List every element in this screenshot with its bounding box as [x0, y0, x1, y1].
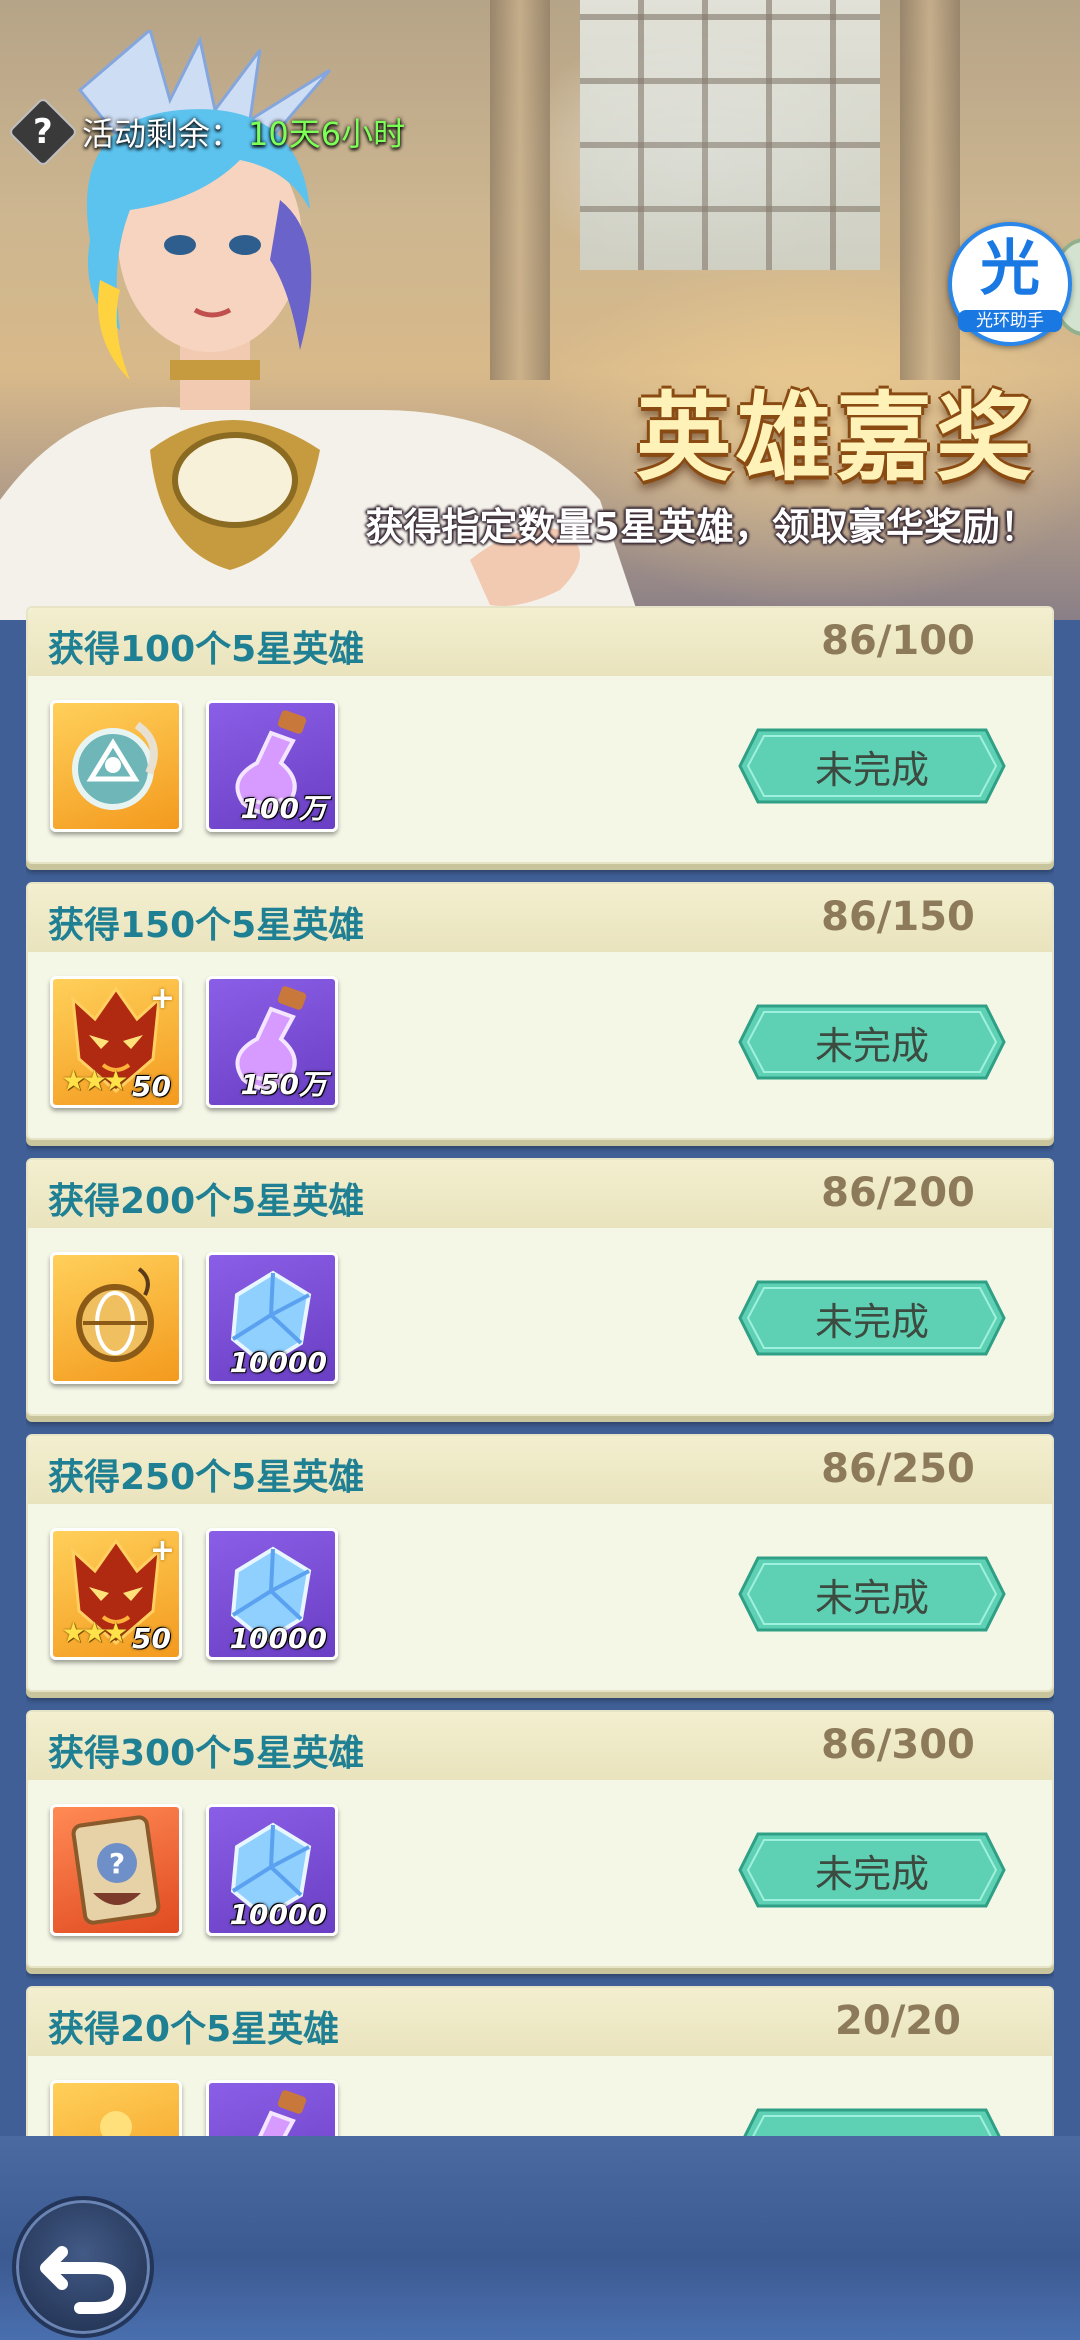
reward-item[interactable]: ? — [50, 1804, 182, 1936]
reward-quantity: 10000 — [229, 1898, 327, 1931]
task-card: 获得200个5星英雄 86/200 10000 未完成 — [26, 1158, 1054, 1416]
star-rating: ★★★ — [61, 1616, 128, 1649]
reward-item[interactable]: ★★★ +50 — [50, 976, 182, 1108]
reward-item[interactable] — [206, 2080, 338, 2136]
reward-item[interactable] — [50, 2080, 182, 2136]
task-card-header: 获得300个5星英雄 86/300 — [28, 1712, 1052, 1780]
plus-icon: + — [149, 1533, 175, 1568]
task-progress: 86/150 — [821, 894, 975, 940]
help-icon[interactable]: ? — [7, 96, 79, 168]
task-card-header: 获得200个5星英雄 86/200 — [28, 1160, 1052, 1228]
task-card: 获得100个5星英雄 86/100 100万 未完成 — [26, 606, 1054, 864]
task-title: 获得250个5星英雄 — [48, 1457, 365, 1498]
timer-value: 10天6小时 — [248, 115, 406, 153]
task-card: 获得150个5星英雄 86/150 ★★★ +50 150万 未完成 — [26, 882, 1054, 1140]
timer-label: 活动剩余： — [82, 115, 243, 153]
task-card: 获得250个5星英雄 86/250 ★★★ +50 10000 未完成 — [26, 1434, 1054, 1692]
assistant-label: 光环助手 — [958, 310, 1062, 332]
task-progress: 86/200 — [821, 1170, 975, 1216]
task-status-button[interactable]: 未完成 — [738, 728, 1006, 804]
task-progress: 86/300 — [821, 1722, 975, 1768]
task-status-button[interactable]: 未完成 — [738, 1004, 1006, 1080]
reward-item[interactable]: 10000 — [206, 1528, 338, 1660]
task-status-button[interactable]: 未完成 — [738, 1832, 1006, 1908]
task-card-header: 获得250个5星英雄 86/250 — [28, 1436, 1052, 1504]
event-subtitle: 获得指定数量5星英雄，领取豪华奖励！ — [365, 505, 1038, 549]
task-status-label: 未完成 — [814, 1299, 929, 1344]
task-title: 获得100个5星英雄 — [48, 629, 365, 670]
task-title: 获得20个5星英雄 — [48, 2009, 340, 2050]
reward-item[interactable]: 10000 — [206, 1252, 338, 1384]
event-banner: ? 活动剩余： 10天6小时 光 光环助手 英雄嘉奖 获得指定数量5星英雄，领取… — [0, 0, 1080, 620]
task-status-label: 未完成 — [814, 1023, 929, 1068]
task-card-header: 获得150个5星英雄 86/150 — [28, 884, 1052, 952]
reward-item[interactable]: 150万 — [206, 976, 338, 1108]
star-rating: ★★★ — [61, 1064, 128, 1097]
reward-quantity: 50 — [132, 1070, 171, 1103]
task-card: 获得300个5星英雄 86/300? 10000 未完成 — [26, 1710, 1054, 1968]
task-list[interactable]: 获得100个5星英雄 86/100 100万 未完成 获得150个5星英雄 86/150 ★… — [26, 606, 1054, 2136]
reward-item[interactable]: 100万 — [206, 700, 338, 832]
task-card-header: 获得100个5星英雄 86/100 — [28, 608, 1052, 676]
back-arrow-icon — [40, 2246, 127, 2314]
svg-text:?: ? — [109, 1847, 125, 1880]
reward-quantity: 100万 — [240, 792, 327, 825]
task-card: 获得20个5星英雄 20/20 — [26, 1986, 1054, 2136]
task-card-header: 获得20个5星英雄 20/20 — [28, 1988, 1052, 2056]
plus-icon: + — [149, 981, 175, 1016]
reward-item[interactable]: 10000 — [206, 1804, 338, 1936]
event-timer: ? 活动剩余： 10天6小时 — [7, 96, 406, 168]
task-status-label: 未完成 — [814, 1575, 929, 1620]
task-title: 获得150个5星英雄 — [48, 905, 365, 946]
reward-item[interactable] — [50, 700, 182, 832]
task-progress: 20/20 — [835, 1998, 961, 2044]
task-title: 获得300个5星英雄 — [48, 1733, 365, 1774]
task-status-label: 未完成 — [814, 1851, 929, 1896]
reward-quantity: 10000 — [229, 1622, 327, 1655]
reward-quantity: 10000 — [229, 1346, 327, 1379]
reward-item[interactable]: ★★★ +50 — [50, 1528, 182, 1660]
assistant-button[interactable]: 光 光环助手 — [948, 222, 1072, 346]
assistant-logo-glyph: 光 — [980, 234, 1040, 304]
task-status-button[interactable]: 未完成 — [738, 1556, 1006, 1632]
task-progress: 86/250 — [821, 1446, 975, 1492]
reward-quantity: 50 — [132, 1622, 171, 1655]
task-progress: 86/100 — [821, 618, 975, 664]
task-status-button[interactable]: 未完成 — [738, 1280, 1006, 1356]
reward-quantity: 150万 — [240, 1068, 327, 1101]
background-pillar — [900, 0, 960, 380]
bottom-bar — [0, 2136, 1080, 2340]
back-button[interactable] — [12, 2196, 154, 2338]
reward-item[interactable] — [50, 1252, 182, 1384]
event-title: 英雄嘉奖 — [636, 381, 1036, 494]
task-title: 获得200个5星英雄 — [48, 1181, 365, 1222]
task-status-label: 未完成 — [814, 747, 929, 792]
task-status-button[interactable] — [738, 2108, 1006, 2136]
